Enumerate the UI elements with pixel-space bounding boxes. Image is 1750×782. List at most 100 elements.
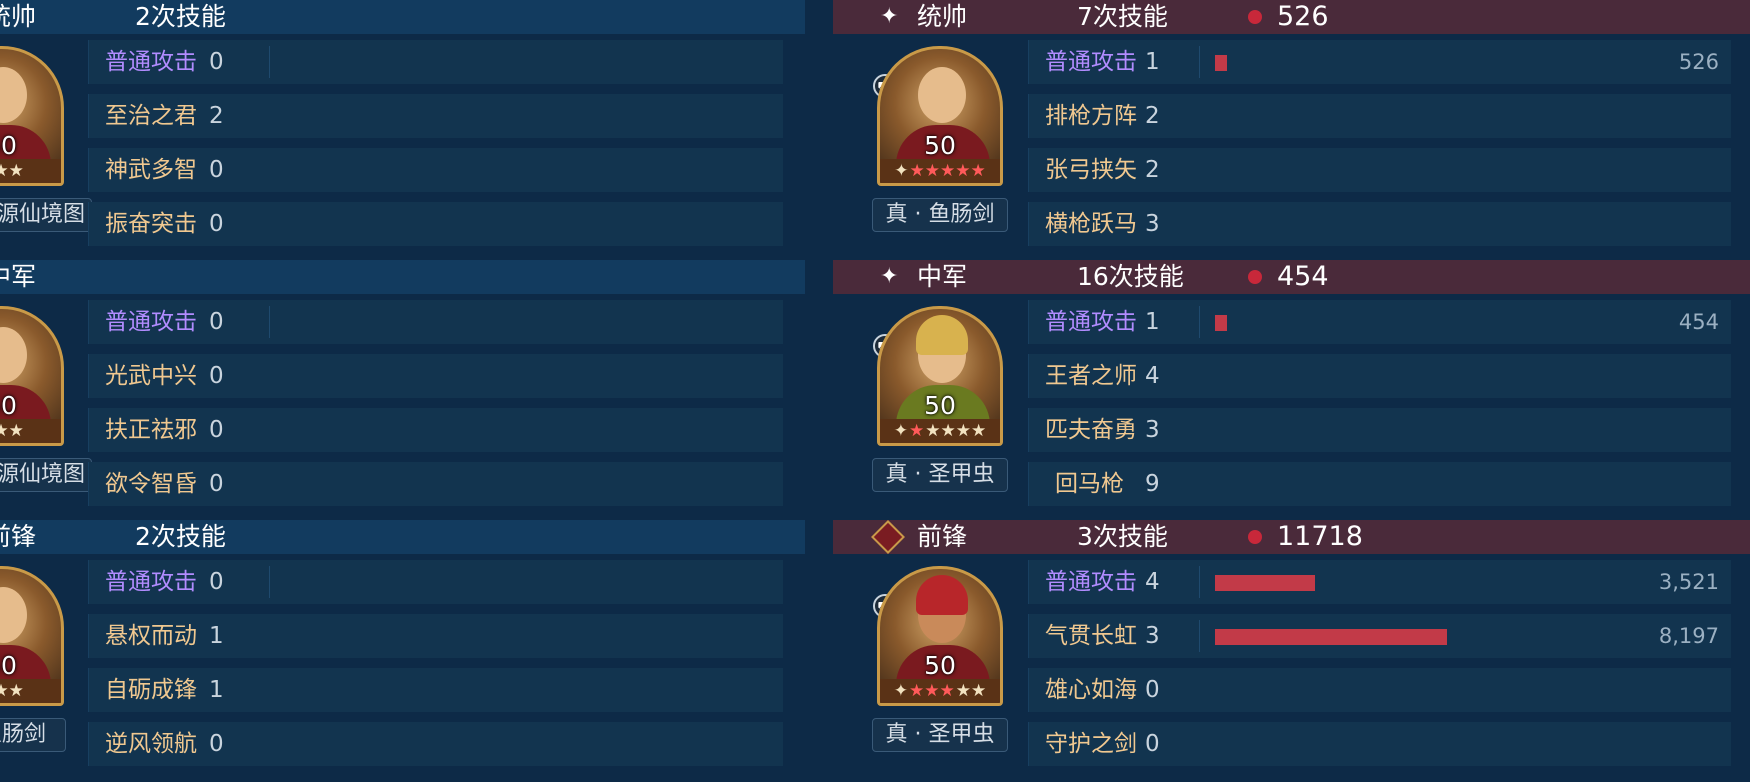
skill-cast-count: 0 [209, 49, 224, 75]
skill-row: 振奋突击 0 [88, 202, 783, 246]
skill-row: 回马枪 9 [1028, 462, 1731, 506]
divider [1199, 306, 1200, 338]
total-damage: 454 [1277, 261, 1329, 292]
hero-helmet-art [916, 575, 968, 615]
skill-row: 气贯长虹 3 8,197 [1028, 614, 1731, 658]
hero-face-art [0, 327, 27, 383]
hero-helmet-art [916, 315, 968, 355]
skill-cast-count: 0 [209, 569, 224, 595]
skill-row: 排枪方阵 2 [1028, 94, 1731, 138]
role-label: 前锋 [0, 522, 37, 551]
damage-value: 526 [1678, 50, 1719, 74]
skill-cast-count: 1 [209, 623, 224, 649]
skill-name: 张弓挟矢 [1045, 157, 1137, 183]
skill-name: 横枪跃马 [1045, 211, 1137, 237]
skill-cast-count: 3 [1145, 211, 1160, 237]
role-label: 中军 [0, 262, 37, 291]
skill-name: 匹夫奋勇 [1045, 417, 1137, 443]
section-header: 统帅 2次技能 [0, 0, 805, 34]
divider [269, 566, 270, 598]
skill-name: 普通攻击 [1045, 309, 1137, 335]
skill-name: 排枪方阵 [1045, 103, 1137, 129]
skill-row: 普通攻击 0 [88, 40, 783, 84]
hero-stars: ★★★ [0, 159, 61, 183]
skill-name: 逆风领航 [105, 731, 197, 757]
skill-row: 张弓挟矢 2 [1028, 148, 1731, 192]
skill-cast-count: 0 [209, 211, 224, 237]
skill-cast-count: 0 [209, 363, 224, 389]
role-label: 统帅 [917, 2, 968, 31]
spark-icon: ✦ [880, 4, 899, 29]
hero-level: 50 [924, 651, 956, 680]
skill-name: 普通攻击 [1045, 569, 1137, 595]
skill-row: 欲令智昏 0 [88, 462, 783, 506]
skill-row: 普通攻击 4 3,521 [1028, 560, 1731, 604]
hero-portrait[interactable]: 50 ✦★★★★★ [877, 46, 1003, 186]
skill-cast-count: 1 [1145, 309, 1160, 335]
section-header: 前锋 2次技能 [0, 520, 805, 554]
skill-name: 雄心如海 [1045, 677, 1137, 703]
section-header: ✦ 统帅 7次技能 526 [833, 0, 1750, 34]
skill-row: 匹夫奋勇 3 [1028, 408, 1731, 452]
skill-cast-count: 3 [1145, 623, 1160, 649]
hero-level: 50 [0, 131, 17, 160]
skill-count-label: 7次技能 [1077, 2, 1168, 31]
skill-name: 欲令智昏 [105, 471, 197, 497]
hero-portrait[interactable]: 50 ★★★ [0, 566, 64, 706]
skill-cast-count: 4 [1145, 569, 1160, 595]
skill-name: 回马枪 [1055, 471, 1124, 497]
damage-bar [1215, 629, 1447, 645]
damage-dot-icon [1248, 10, 1262, 24]
skill-cast-count: 2 [1145, 103, 1160, 129]
equipment-tag[interactable]: 真 · 圣甲虫 [872, 458, 1008, 492]
equipment-tag[interactable]: 鱼肠剑 [0, 718, 66, 752]
skill-cast-count: 1 [1145, 49, 1160, 75]
damage-bar [1215, 575, 1315, 591]
damage-dot-icon [1248, 270, 1262, 284]
section-header: 中军 [0, 260, 805, 294]
hero-portrait[interactable]: 50 ✦★★★★★ [877, 306, 1003, 446]
skill-count-label: 16次技能 [1077, 262, 1184, 291]
damage-bar [1215, 315, 1227, 331]
total-damage: 11718 [1277, 521, 1363, 552]
hero-portrait[interactable]: 50 ✦★★★★★ [877, 566, 1003, 706]
role-label: 前锋 [917, 522, 968, 551]
hero-face-art [918, 67, 966, 123]
section-header: 前锋 3次技能 11718 [833, 520, 1750, 554]
divider [1199, 46, 1200, 78]
hero-stars: ✦★★★★★ [880, 679, 1000, 703]
skill-row: 普通攻击 1 526 [1028, 40, 1731, 84]
hero-portrait[interactable]: 50 ★★★ [0, 306, 64, 446]
skill-cast-count: 0 [209, 731, 224, 757]
skill-row: 至治之君 2 [88, 94, 783, 138]
equipment-tag[interactable]: 真 · 圣甲虫 [872, 718, 1008, 752]
skill-row: 逆风领航 0 [88, 722, 783, 766]
skill-name: 光武中兴 [105, 363, 197, 389]
skill-cast-count: 3 [1145, 417, 1160, 443]
hero-face-art [0, 587, 27, 643]
hero-stars: ✦★★★★★ [880, 419, 1000, 443]
hero-level: 50 [924, 131, 956, 160]
left-section-vanguard: 前锋 2次技能 50 ★★★ 鱼肠剑 普通攻击 0 悬权而动 1 自砺成锋 1 … [0, 520, 805, 782]
damage-value: 454 [1678, 310, 1719, 334]
equipment-tag[interactable]: 源仙境图 [0, 198, 92, 232]
skill-row: 守护之剑 0 [1028, 722, 1731, 766]
equipment-tag[interactable]: 真 · 鱼肠剑 [872, 198, 1008, 232]
skill-cast-count: 0 [209, 157, 224, 183]
skill-row: 扶正祛邪 0 [88, 408, 783, 452]
left-section-center: 中军 50 ★★★ 源仙境图 普通攻击 0 光武中兴 0 扶正祛邪 0 欲令智昏… [0, 260, 805, 522]
skill-name: 至治之君 [105, 103, 197, 129]
skill-cast-count: 4 [1145, 363, 1160, 389]
skill-name: 振奋突击 [105, 211, 197, 237]
skill-name: 守护之剑 [1045, 731, 1137, 757]
equipment-tag[interactable]: 源仙境图 [0, 458, 92, 492]
role-label: 中军 [917, 262, 968, 291]
skill-cast-count: 0 [209, 309, 224, 335]
skill-name: 王者之师 [1045, 363, 1137, 389]
divider [269, 306, 270, 338]
skill-name: 普通攻击 [105, 569, 197, 595]
hero-face-art [0, 67, 27, 123]
skill-cast-count: 0 [1145, 731, 1160, 757]
hero-portrait[interactable]: 50 ★★★ [0, 46, 64, 186]
skill-cast-count: 2 [209, 103, 224, 129]
